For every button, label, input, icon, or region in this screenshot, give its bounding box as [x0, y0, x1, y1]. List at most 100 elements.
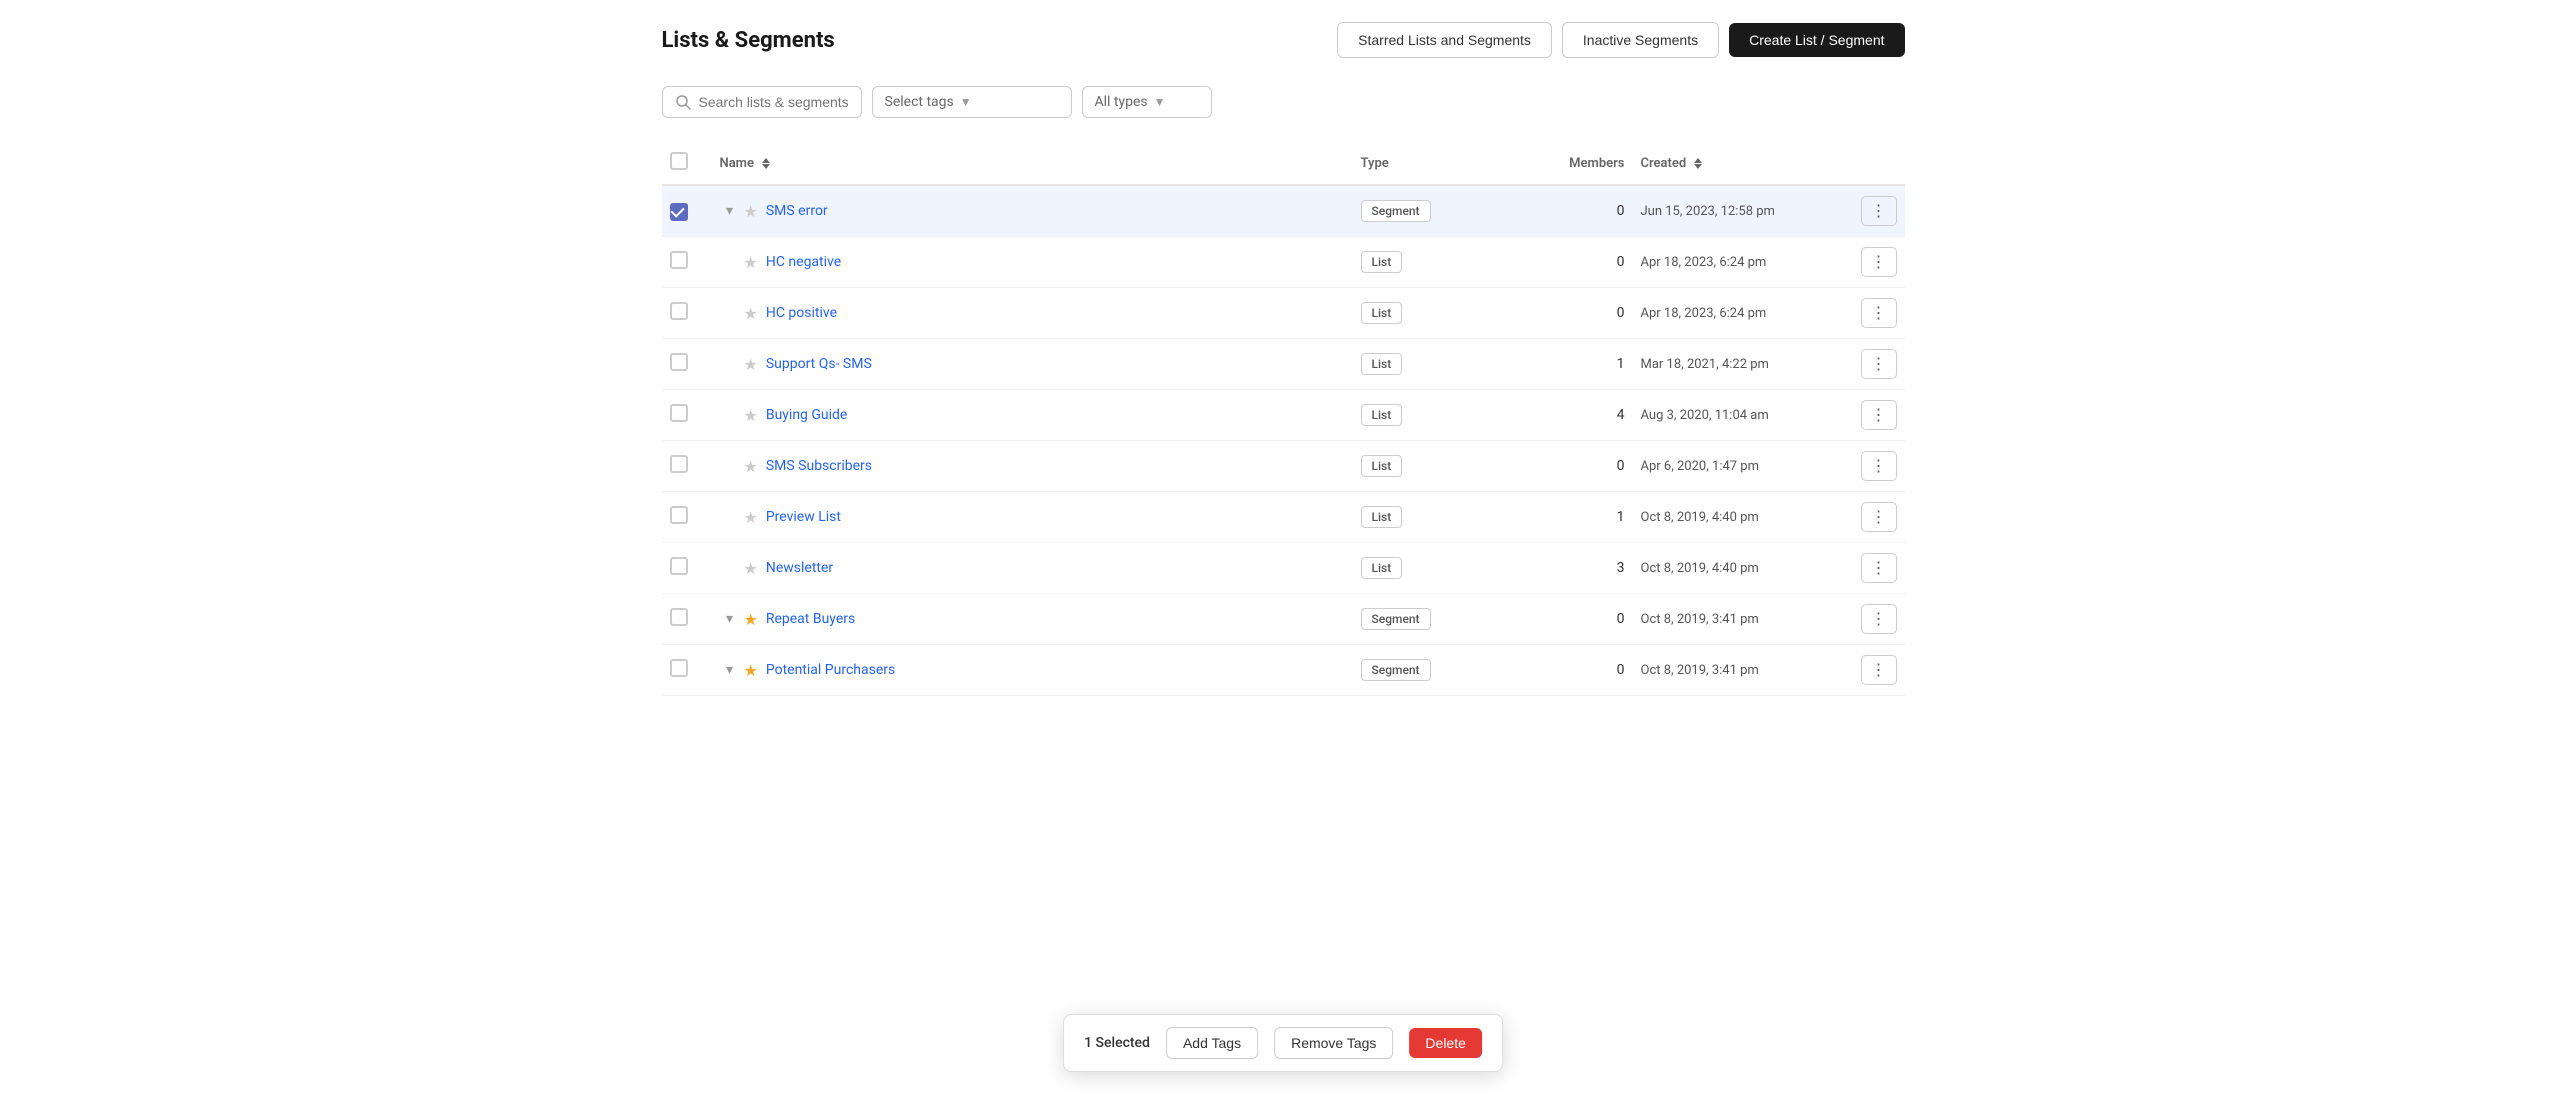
row-check-cell[interactable] [662, 594, 712, 645]
expand-row-icon[interactable]: ▾ [720, 611, 740, 627]
row-name-link[interactable]: Repeat Buyers [766, 611, 855, 627]
row-more-button[interactable]: ⋮ [1861, 451, 1897, 481]
row-check-cell[interactable] [662, 543, 712, 594]
row-type-cell: List [1353, 288, 1513, 339]
page-title: Lists & Segments [662, 28, 835, 53]
row-actions-cell[interactable]: ⋮ [1853, 339, 1905, 390]
star-icon[interactable]: ★ [744, 610, 758, 629]
type-select-label: All types [1095, 94, 1148, 110]
star-icon[interactable]: ★ [744, 457, 758, 476]
row-more-button[interactable]: ⋮ [1861, 553, 1897, 583]
type-badge: List [1361, 506, 1403, 528]
row-name-link[interactable]: Newsletter [766, 560, 833, 576]
row-check-cell[interactable] [662, 390, 712, 441]
row-name-cell: ▾★ Potential Purchasers [712, 645, 1353, 696]
starred-lists-button[interactable]: Starred Lists and Segments [1337, 22, 1552, 58]
star-icon[interactable]: ★ [744, 406, 758, 425]
created-sort-icon[interactable] [1694, 158, 1702, 169]
name-sort-icon[interactable] [762, 158, 770, 169]
row-actions-cell[interactable]: ⋮ [1853, 645, 1905, 696]
expand-row-icon[interactable]: ▾ [720, 203, 740, 219]
row-name-link[interactable]: Support Qs- SMS [766, 356, 872, 372]
row-more-button[interactable]: ⋮ [1861, 298, 1897, 328]
lists-table: Name Type Members Created [662, 142, 1905, 696]
row-actions-cell[interactable]: ⋮ [1853, 441, 1905, 492]
inactive-segments-button[interactable]: Inactive Segments [1562, 22, 1719, 58]
filters-bar: Select tags ▼ All types ▼ [662, 86, 1905, 118]
row-checkbox[interactable] [670, 251, 688, 269]
star-icon[interactable]: ★ [744, 304, 758, 323]
row-name-link[interactable]: Buying Guide [766, 407, 848, 423]
row-checkbox[interactable] [670, 455, 688, 473]
row-check-cell[interactable] [662, 645, 712, 696]
row-members-cell: 0 [1513, 237, 1633, 288]
create-list-segment-button[interactable]: Create List / Segment [1729, 23, 1904, 57]
type-badge: Segment [1361, 659, 1431, 681]
star-icon[interactable]: ★ [744, 559, 758, 578]
row-actions-cell[interactable]: ⋮ [1853, 185, 1905, 237]
search-box[interactable] [662, 86, 862, 118]
tags-select[interactable]: Select tags ▼ [872, 86, 1072, 118]
table-row: ★Support Qs- SMSList1Mar 18, 2021, 4:22 … [662, 339, 1905, 390]
type-badge: List [1361, 404, 1403, 426]
star-icon[interactable]: ★ [744, 508, 758, 527]
row-checkbox[interactable] [670, 557, 688, 575]
expand-row-icon[interactable]: ▾ [720, 662, 740, 678]
row-more-button[interactable]: ⋮ [1861, 196, 1897, 226]
chevron-down-icon: ▼ [960, 95, 972, 109]
row-checkbox[interactable] [670, 404, 688, 422]
row-created-cell: Oct 8, 2019, 4:40 pm [1633, 543, 1853, 594]
row-checkbox[interactable] [670, 659, 688, 677]
row-actions-cell[interactable]: ⋮ [1853, 237, 1905, 288]
row-created-cell: Mar 18, 2021, 4:22 pm [1633, 339, 1853, 390]
row-more-button[interactable]: ⋮ [1861, 349, 1897, 379]
row-actions-cell[interactable]: ⋮ [1853, 543, 1905, 594]
th-members: Members [1513, 142, 1633, 185]
row-type-cell: Segment [1353, 594, 1513, 645]
row-name-link[interactable]: HC positive [766, 305, 837, 321]
row-actions-cell[interactable]: ⋮ [1853, 390, 1905, 441]
delete-button[interactable]: Delete [1409, 1028, 1481, 1058]
select-all-checkbox[interactable] [670, 152, 688, 170]
row-actions-cell[interactable]: ⋮ [1853, 492, 1905, 543]
row-checkbox[interactable] [670, 506, 688, 524]
search-input[interactable] [699, 94, 849, 110]
type-badge: List [1361, 302, 1403, 324]
chevron-down-icon: ▼ [1154, 95, 1166, 109]
th-created: Created [1633, 142, 1853, 185]
remove-tags-button[interactable]: Remove Tags [1274, 1027, 1393, 1059]
row-more-button[interactable]: ⋮ [1861, 247, 1897, 277]
row-more-button[interactable]: ⋮ [1861, 502, 1897, 532]
row-name-cell: ★ HC positive [712, 288, 1353, 339]
star-icon[interactable]: ★ [744, 661, 758, 680]
row-checkbox[interactable] [670, 203, 688, 221]
row-actions-cell[interactable]: ⋮ [1853, 288, 1905, 339]
star-icon[interactable]: ★ [744, 355, 758, 374]
row-checkbox[interactable] [670, 608, 688, 626]
select-all-header[interactable] [662, 142, 712, 185]
row-checkbox[interactable] [670, 353, 688, 371]
row-name-link[interactable]: Preview List [766, 509, 841, 525]
row-check-cell[interactable] [662, 237, 712, 288]
row-checkbox[interactable] [670, 302, 688, 320]
add-tags-button[interactable]: Add Tags [1166, 1027, 1258, 1059]
row-check-cell[interactable] [662, 441, 712, 492]
star-icon[interactable]: ★ [744, 253, 758, 272]
row-name-link[interactable]: SMS Subscribers [766, 458, 872, 474]
row-name-link[interactable]: SMS error [766, 203, 828, 219]
row-check-cell[interactable] [662, 339, 712, 390]
row-check-cell[interactable] [662, 492, 712, 543]
row-check-cell[interactable] [662, 185, 712, 237]
row-more-button[interactable]: ⋮ [1861, 655, 1897, 685]
row-name-cell: ★ Support Qs- SMS [712, 339, 1353, 390]
row-actions-cell[interactable]: ⋮ [1853, 594, 1905, 645]
star-icon[interactable]: ★ [744, 202, 758, 221]
row-name-link[interactable]: HC negative [766, 254, 841, 270]
row-more-button[interactable]: ⋮ [1861, 400, 1897, 430]
row-more-button[interactable]: ⋮ [1861, 604, 1897, 634]
selected-count-label: 1 Selected [1084, 1035, 1150, 1051]
row-check-cell[interactable] [662, 288, 712, 339]
row-name-link[interactable]: Potential Purchasers [766, 662, 895, 678]
row-members-cell: 3 [1513, 543, 1633, 594]
type-select[interactable]: All types ▼ [1082, 86, 1212, 118]
